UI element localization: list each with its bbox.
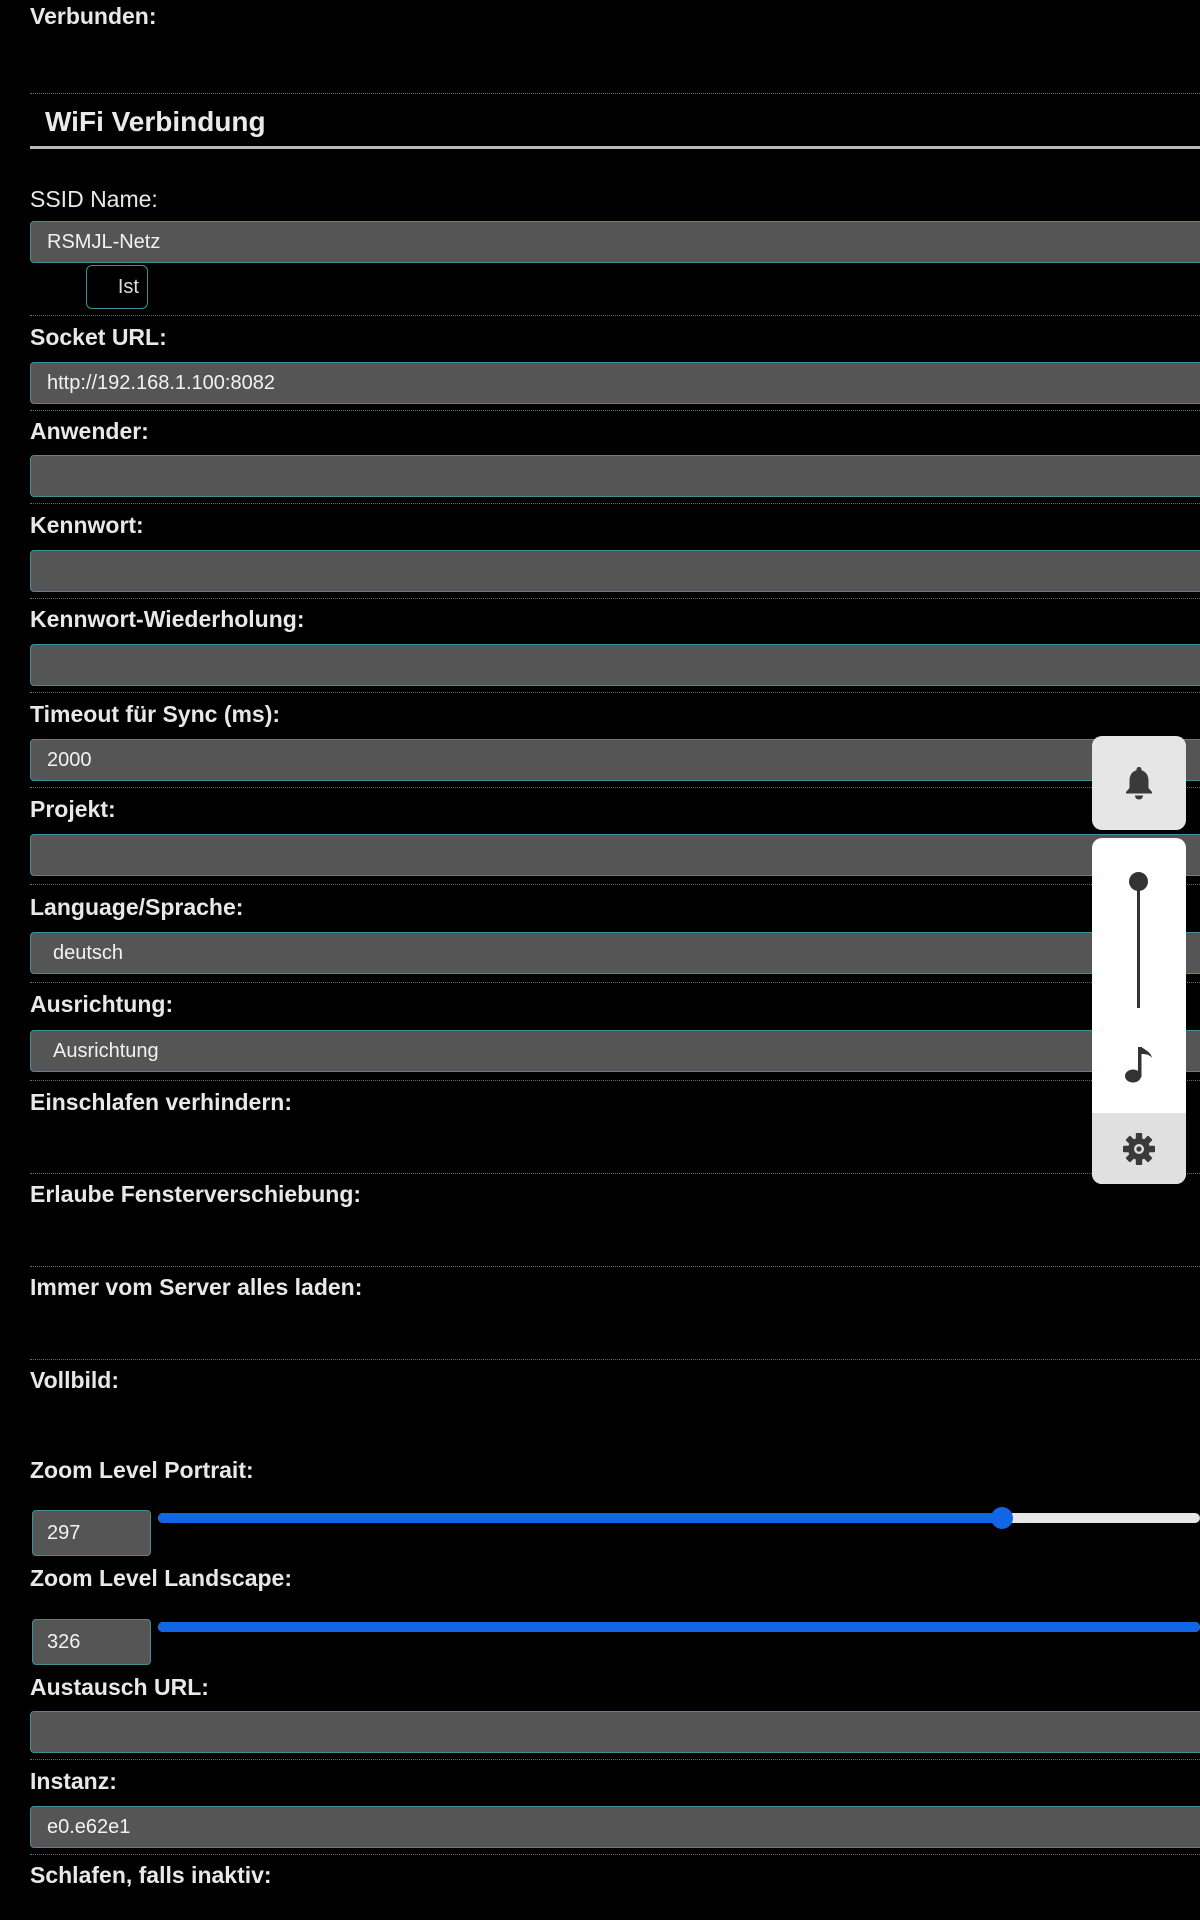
allow-move-label: Erlaube Fensterverschiebung:: [30, 1181, 362, 1207]
separator: [30, 315, 1200, 316]
slider-fill: [158, 1622, 1200, 1632]
socket-url-input[interactable]: http://192.168.1.100:8082: [30, 362, 1200, 404]
settings-page: Verbunden: WiFi Verbindung SSID Name: RS…: [0, 0, 1200, 1920]
zoom-portrait-label: Zoom Level Portrait:: [30, 1457, 254, 1483]
separator: [30, 884, 1200, 885]
ssid-label: SSID Name:: [30, 186, 158, 212]
volume-slider-thumb[interactable]: [1129, 872, 1148, 891]
socket-url-label: Socket URL:: [30, 324, 167, 350]
project-input[interactable]: [30, 834, 1200, 876]
separator: [30, 982, 1200, 983]
connected-label: Verbunden:: [30, 3, 157, 29]
orientation-select[interactable]: Ausrichtung: [30, 1030, 1200, 1072]
prevent-sleep-label: Einschlafen verhindern:: [30, 1089, 293, 1115]
project-label: Projekt:: [30, 796, 116, 822]
sleep-inactive-label: Schlafen, falls inaktiv:: [30, 1862, 272, 1888]
password-repeat-input[interactable]: [30, 644, 1200, 686]
exchange-url-input[interactable]: [30, 1711, 1200, 1753]
timeout-input[interactable]: 2000: [30, 739, 1200, 781]
separator: [30, 1173, 1200, 1174]
section-title-wifi: WiFi Verbindung: [45, 106, 266, 137]
instance-label: Instanz:: [30, 1768, 117, 1794]
gear-icon: [1123, 1132, 1155, 1165]
instance-input[interactable]: e0.e62e1: [30, 1806, 1200, 1848]
password-input[interactable]: [30, 550, 1200, 592]
separator: [30, 1359, 1200, 1360]
zoom-portrait-thumb[interactable]: [991, 1507, 1014, 1529]
separator: [30, 1854, 1200, 1855]
language-select[interactable]: deutsch: [30, 932, 1200, 974]
bell-icon: [1126, 767, 1152, 800]
zoom-portrait-input[interactable]: 297: [32, 1510, 151, 1556]
separator: [30, 692, 1200, 693]
separator: [30, 598, 1200, 599]
zoom-landscape-slider[interactable]: [158, 1622, 1200, 1632]
always-load-label: Immer vom Server alles laden:: [30, 1274, 363, 1300]
password-repeat-label: Kennwort-Wiederholung:: [30, 606, 305, 632]
music-note-icon[interactable]: [1122, 1044, 1156, 1084]
separator: [30, 93, 1200, 94]
orientation-label: Ausrichtung:: [30, 991, 174, 1017]
zoom-portrait-slider[interactable]: [158, 1513, 1200, 1523]
notification-button[interactable]: [1092, 736, 1186, 830]
media-control-panel: [1092, 838, 1186, 1184]
separator: [30, 787, 1200, 788]
user-label: Anwender:: [30, 418, 149, 444]
separator: [30, 410, 1200, 411]
section-rule: [30, 146, 1200, 149]
settings-content: Verbunden: WiFi Verbindung SSID Name: RS…: [0, 0, 1200, 1920]
slider-fill: [158, 1513, 1003, 1523]
ssid-input[interactable]: RSMJL-Netz: [30, 221, 1200, 263]
separator: [30, 1080, 1200, 1081]
exchange-url-label: Austausch URL:: [30, 1674, 209, 1700]
timeout-label: Timeout für Sync (ms):: [30, 701, 281, 727]
settings-button[interactable]: [1092, 1113, 1186, 1184]
volume-slider-track[interactable]: [1137, 882, 1140, 1008]
ist-button[interactable]: Ist: [86, 265, 148, 309]
user-input[interactable]: [30, 455, 1200, 497]
separator: [30, 503, 1200, 504]
fullscreen-label: Vollbild:: [30, 1367, 120, 1393]
separator: [30, 1266, 1200, 1267]
zoom-landscape-label: Zoom Level Landscape:: [30, 1565, 293, 1591]
password-label: Kennwort:: [30, 512, 144, 538]
language-label: Language/Sprache:: [30, 894, 244, 920]
separator: [30, 1759, 1200, 1760]
zoom-landscape-input[interactable]: 326: [32, 1619, 151, 1665]
